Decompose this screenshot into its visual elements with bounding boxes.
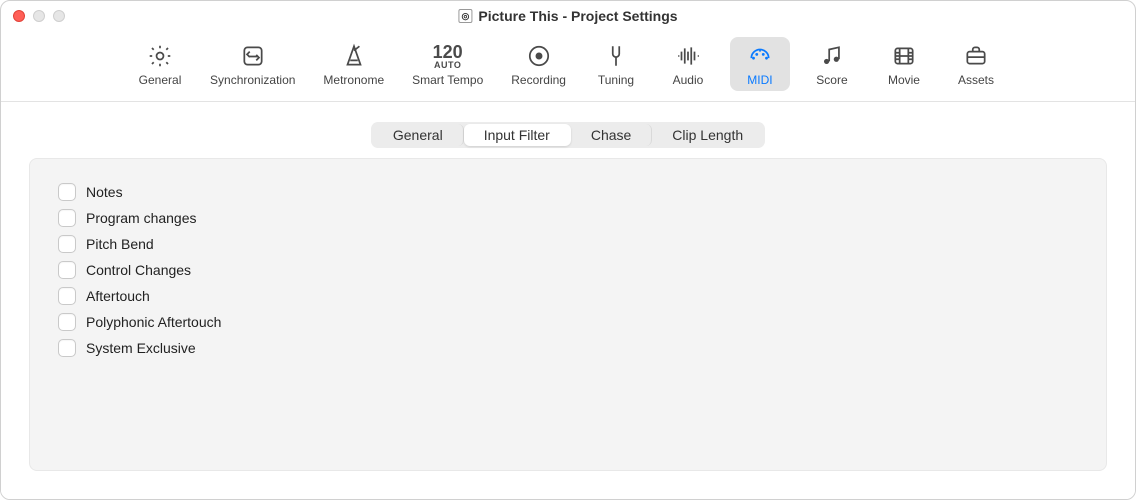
minimize-button[interactable]: [33, 10, 45, 22]
tempo-mode: AUTO: [433, 61, 463, 70]
film-icon: [888, 41, 920, 71]
checkbox-label: Pitch Bend: [86, 236, 154, 252]
briefcase-icon: [960, 41, 992, 71]
checkbox-row-pitch-bend: Pitch Bend: [58, 235, 1078, 253]
gear-icon: [144, 41, 176, 71]
toolbar-label: Movie: [888, 73, 920, 87]
toolbar-recording[interactable]: Recording: [503, 37, 574, 91]
toolbar-synchronization[interactable]: Synchronization: [202, 37, 303, 91]
metronome-icon: [338, 41, 370, 71]
toolbar-score[interactable]: Score: [802, 37, 862, 91]
toolbar-tuning[interactable]: Tuning: [586, 37, 646, 91]
checkbox-list: Notes Program changes Pitch Bend Control…: [58, 183, 1078, 357]
tab-clip-length[interactable]: Clip Length: [652, 124, 763, 146]
app-icon: ◎: [458, 9, 472, 23]
checkbox-label: Notes: [86, 184, 123, 200]
toolbar-label: MIDI: [747, 73, 772, 87]
checkbox-notes[interactable]: [58, 183, 76, 201]
checkbox-row-notes: Notes: [58, 183, 1078, 201]
waveform-icon: [672, 41, 704, 71]
titlebar: ◎ Picture This - Project Settings: [1, 1, 1135, 31]
toolbar-label: General: [139, 73, 182, 87]
toolbar-label: Audio: [673, 73, 704, 87]
window-controls: [13, 10, 65, 22]
music-notes-icon: [816, 41, 848, 71]
toolbar-label: Synchronization: [210, 73, 295, 87]
checkbox-label: Control Changes: [86, 262, 191, 278]
segmented-control: General Input Filter Chase Clip Length: [371, 122, 765, 148]
tab-general[interactable]: General: [373, 124, 464, 146]
toolbar-metronome[interactable]: Metronome: [315, 37, 392, 91]
toolbar-assets[interactable]: Assets: [946, 37, 1006, 91]
checkbox-polyphonic-aftertouch[interactable]: [58, 313, 76, 331]
toolbar-general[interactable]: General: [130, 37, 190, 91]
tab-chase[interactable]: Chase: [571, 124, 652, 146]
checkbox-row-system-exclusive: System Exclusive: [58, 339, 1078, 357]
midi-icon: [744, 41, 776, 71]
tab-input-filter[interactable]: Input Filter: [464, 124, 571, 146]
checkbox-system-exclusive[interactable]: [58, 339, 76, 357]
checkbox-pitch-bend[interactable]: [58, 235, 76, 253]
maximize-button[interactable]: [53, 10, 65, 22]
toolbar-movie[interactable]: Movie: [874, 37, 934, 91]
checkbox-program-changes[interactable]: [58, 209, 76, 227]
tuning-fork-icon: [600, 41, 632, 71]
toolbar-midi[interactable]: MIDI: [730, 37, 790, 91]
tempo-value: 120: [433, 43, 463, 61]
record-icon: [523, 41, 555, 71]
input-filter-panel: Notes Program changes Pitch Bend Control…: [29, 158, 1107, 471]
project-settings-window: ◎ Picture This - Project Settings Genera…: [0, 0, 1136, 500]
toolbar-smart-tempo[interactable]: 120 AUTO Smart Tempo: [404, 37, 491, 91]
toolbar-label: Smart Tempo: [412, 73, 483, 87]
toolbar-label: Recording: [511, 73, 566, 87]
toolbar-label: Tuning: [598, 73, 634, 87]
checkbox-label: Aftertouch: [86, 288, 150, 304]
toolbar-label: Score: [816, 73, 847, 87]
checkbox-row-program-changes: Program changes: [58, 209, 1078, 227]
checkbox-row-control-changes: Control Changes: [58, 261, 1078, 279]
close-button[interactable]: [13, 10, 25, 22]
checkbox-label: Program changes: [86, 210, 197, 226]
window-title: ◎ Picture This - Project Settings: [458, 8, 677, 24]
checkbox-label: System Exclusive: [86, 340, 196, 356]
checkbox-row-polyphonic-aftertouch: Polyphonic Aftertouch: [58, 313, 1078, 331]
smart-tempo-icon: 120 AUTO: [432, 41, 464, 71]
content-area: General Input Filter Chase Clip Length N…: [1, 102, 1135, 499]
toolbar-label: Assets: [958, 73, 994, 87]
window-title-text: Picture This - Project Settings: [478, 8, 677, 24]
checkbox-label: Polyphonic Aftertouch: [86, 314, 221, 330]
checkbox-control-changes[interactable]: [58, 261, 76, 279]
sync-icon: [237, 41, 269, 71]
toolbar: General Synchronization Metronome 120 AU…: [1, 31, 1135, 102]
toolbar-audio[interactable]: Audio: [658, 37, 718, 91]
checkbox-aftertouch[interactable]: [58, 287, 76, 305]
toolbar-label: Metronome: [323, 73, 384, 87]
checkbox-row-aftertouch: Aftertouch: [58, 287, 1078, 305]
